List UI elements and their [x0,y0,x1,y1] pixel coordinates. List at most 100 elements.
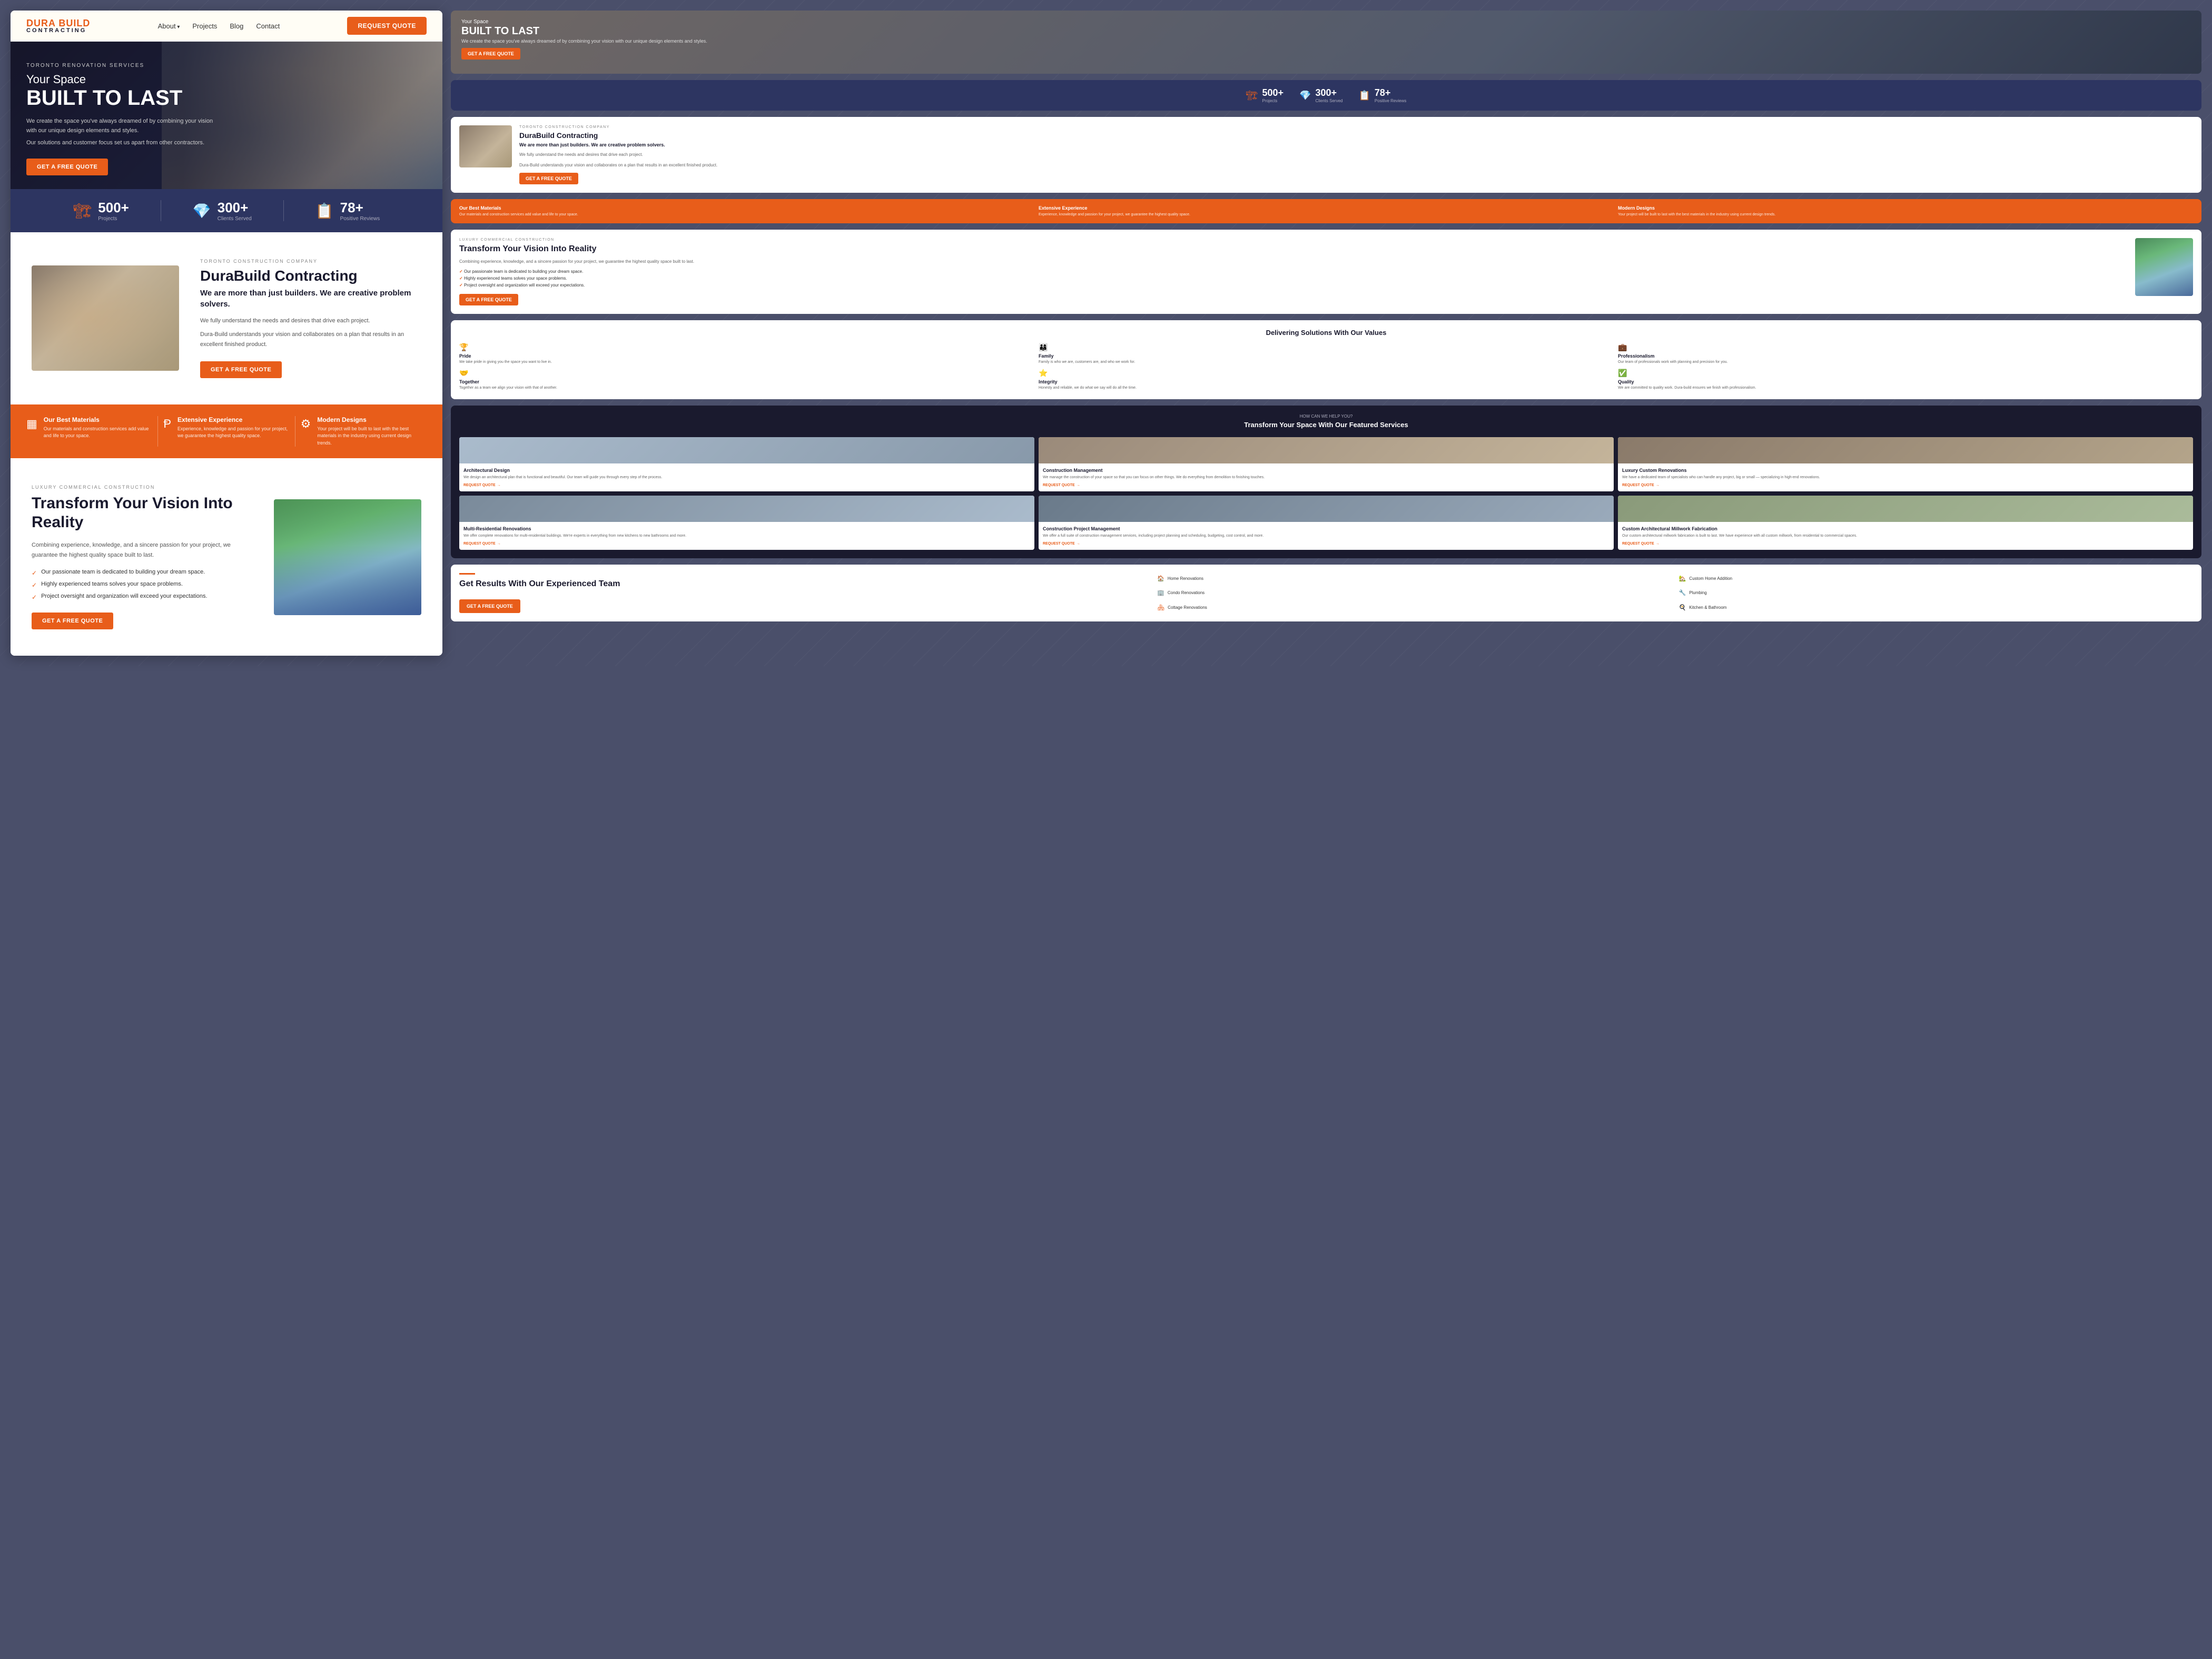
features-bar: ▦ Our Best Materials Our materials and c… [11,404,442,459]
right-services-card: HOW CAN WE HELP YOU? Transform Your Spac… [451,406,2201,558]
service-mill-desc: Our custom architectural millwork fabric… [1622,534,2189,539]
result-kitchen: 🍳 Kitchen & Bathroom [1679,601,2193,613]
professionalism-desc: Our team of professionals work with plan… [1618,360,2193,365]
nav-projects[interactable]: Projects [192,22,217,30]
service-multi-link[interactable]: REQUEST QUOTE [463,542,1030,546]
right-reviews-icon: 📋 [1358,90,1370,101]
feature-design-title: Modern Designs [317,416,427,423]
services-title: Transform Your Space With Our Featured S… [459,421,2193,430]
service-mill-name: Custom Architectural Millwork Fabricatio… [1622,526,2189,531]
service-const-body: Construction Management We manage the co… [1039,463,1614,491]
right-check-1: Our passionate team is dedicated to buil… [459,269,2128,274]
condo-icon: 🏢 [1157,589,1164,596]
service-proj-desc: We offer a full suite of construction ma… [1043,534,1609,539]
professionalism-icon: 💼 [1618,343,2193,352]
service-arch-image [459,437,1034,463]
about-section: TORONTO CONSTRUCTION COMPANY DuraBuild C… [11,232,442,404]
vision-desc: Combining experience, knowledge, and a s… [32,540,253,560]
services-eyebrow: HOW CAN WE HELP YOU? [459,414,2193,419]
right-feat-3: Modern Designs Your project will be buil… [1618,205,2193,218]
navbar: DURA BUILD CONTRACTING About Projects Bl… [11,11,442,42]
right-hero-content: Your Space BUILT TO LAST We create the s… [451,11,2201,68]
service-mill-image [1618,496,2193,522]
together-desc: Together as a team we align your vision … [459,386,1034,391]
service-lux-link[interactable]: REQUEST QUOTE [1622,483,2189,487]
service-proj-link[interactable]: REQUEST QUOTE [1043,542,1609,546]
right-clients-label: Clients Served [1315,98,1342,103]
right-check-3: Project oversight and organization will … [459,283,2128,288]
vision-cta-button[interactable]: GET A FREE QUOTE [32,613,113,629]
right-clients-icon: 💎 [1299,90,1311,101]
right-feat-1-title: Our Best Materials [459,205,1034,211]
nav-contact[interactable]: Contact [256,22,280,30]
service-proj: Construction Project Management We offer… [1039,496,1614,550]
hero-title-line2: BUILT TO LAST [26,87,216,108]
right-about-cta[interactable]: GET A FREE QUOTE [519,173,578,184]
main-website: DURA BUILD CONTRACTING About Projects Bl… [11,11,442,656]
custom-home-label: Custom Home Addition [1689,576,1732,581]
values-grid: 🏆 Pride We take pride in giving you the … [459,343,2193,391]
right-about-text: TORONTO CONSTRUCTION COMPANY DuraBuild C… [519,125,717,184]
feature-experience: Ᵽ Extensive Experience Experience, knowl… [163,416,289,447]
nav-blog[interactable]: Blog [230,22,243,30]
result-condo: 🏢 Condo Renovations [1157,587,1671,598]
projects-label: Projects [98,216,129,222]
check-icon-3: ✓ [32,594,37,601]
service-arch-desc: We design an architectural plan that is … [463,475,1030,480]
vision-check-2: ✓ Highly experienced teams solves your s… [32,581,253,589]
values-heading: Delivering Solutions With Our Values [459,329,2193,337]
right-projects-num: 500+ [1262,87,1283,98]
service-multi-desc: We offer complete renovations for multi-… [463,534,1030,539]
logo-contracting: CONTRACTING [26,28,90,34]
service-mill: Custom Architectural Millwork Fabricatio… [1618,496,2193,550]
stat-reviews: 📋 78+ Positive Reviews [315,200,380,222]
right-about-card: TORONTO CONSTRUCTION COMPANY DuraBuild C… [451,117,2201,193]
right-clients-num: 300+ [1315,87,1342,98]
vision-check-3: ✓ Project oversight and organization wil… [32,593,253,601]
right-feat-1-desc: Our materials and construction services … [459,212,1034,218]
about-text: TORONTO CONSTRUCTION COMPANY DuraBuild C… [200,259,421,378]
materials-icon: ▦ [26,417,37,431]
service-const-link[interactable]: REQUEST QUOTE [1043,483,1609,487]
result-custom-home: 🏡 Custom Home Addition [1679,573,2193,584]
nav-about[interactable]: About [158,22,180,30]
service-arch: Architectural Design We design an archit… [459,437,1034,491]
service-multi: Multi-Residential Renovations We offer c… [459,496,1034,550]
service-arch-link[interactable]: REQUEST QUOTE [463,483,1030,487]
feature-design: ⚙ Modern Designs Your project will be bu… [301,416,427,447]
service-const-name: Construction Management [1043,468,1609,473]
about-cta-button[interactable]: GET A FREE QUOTE [200,361,282,378]
right-vision-cta[interactable]: GET A FREE QUOTE [459,294,518,305]
right-reviews-label: Positive Reviews [1375,98,1406,103]
service-mill-link[interactable]: REQUEST QUOTE [1622,542,2189,546]
about-title: DuraBuild Contracting [200,268,421,284]
request-quote-button[interactable]: REQUEST QUOTE [347,17,427,35]
hero-section: TORONTO RENOVATION SERVICES Your Space B… [11,42,442,189]
result-plumbing: 🔧 Plumbing [1679,587,2193,598]
right-stat-projects: 🏗 500+ Projects [1246,87,1283,103]
right-hero-cta[interactable]: GET A FREE QUOTE [461,48,520,60]
right-projects-label: Projects [1262,98,1283,103]
integrity-desc: Honesty and reliable, we do what we say … [1039,386,1614,391]
feature-materials: ▦ Our Best Materials Our materials and c… [26,416,152,447]
cottage-icon: 🏘 [1157,604,1164,611]
right-vision-card: LUXURY COMMERCIAL CONSTRUCTION Transform… [451,230,2201,313]
home-reno-label: Home Renovations [1168,576,1203,581]
hero-eyebrow: TORONTO RENOVATION SERVICES [26,63,216,68]
family-desc: Family is who we are, customers are, and… [1039,360,1614,365]
cottage-label: Cottage Renovations [1168,605,1207,610]
custom-home-icon: 🏡 [1679,575,1686,582]
service-lux-body: Luxury Custom Renovations We have a dedi… [1618,463,2193,491]
right-projects-icon: 🏗 [1246,90,1258,101]
hero-cta-button[interactable]: GET A FREE QUOTE [26,159,108,175]
vision-title: Transform Your Vision Into Reality [32,494,253,532]
results-title: Get Results With Our Experienced Team [459,579,1150,589]
results-left: Get Results With Our Experienced Team GE… [459,573,1150,613]
right-vision-image [2135,238,2193,296]
integrity-name: Integrity [1039,379,1614,384]
right-feat-3-title: Modern Designs [1618,205,2193,211]
projects-number: 500+ [98,200,129,216]
results-cta-button[interactable]: GET A FREE QUOTE [459,599,520,613]
service-lux-desc: We have a dedicated team of specialists … [1622,475,2189,480]
design-icon: ⚙ [301,417,311,431]
